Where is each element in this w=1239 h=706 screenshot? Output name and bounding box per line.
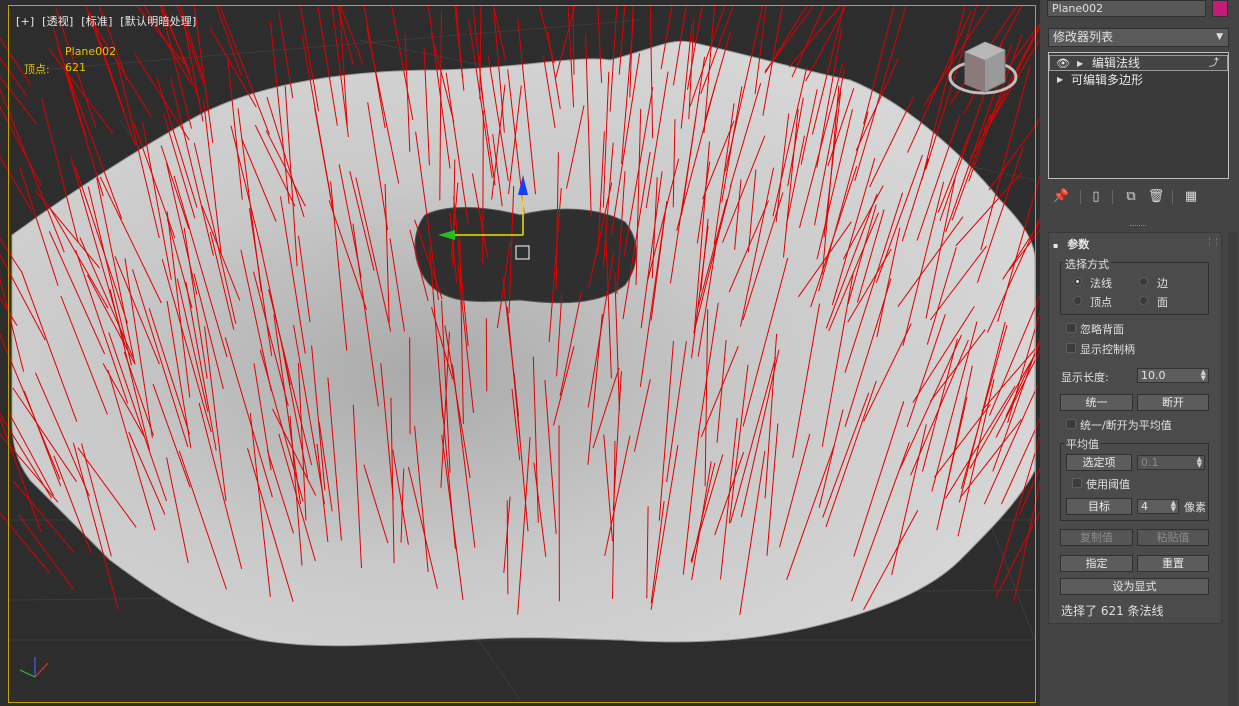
stats-vertex-count: 621: [65, 61, 86, 74]
ignore-backface-checkbox[interactable]: [1066, 323, 1076, 333]
dropdown-arrow-icon: ▼: [1216, 32, 1223, 42]
make-explicit-button[interactable]: 设为显式: [1060, 578, 1209, 595]
stack-item-label: 可编辑多边形: [1071, 73, 1144, 87]
rollout-collapse-icon[interactable]: ▪: [1053, 241, 1058, 250]
radio-normal[interactable]: [1073, 277, 1082, 286]
rollout-drag-grip[interactable]: [1209, 238, 1217, 246]
target-button[interactable]: 目标: [1066, 498, 1132, 515]
reset-button[interactable]: 重置: [1137, 555, 1209, 572]
show-handles-checkbox[interactable]: [1066, 343, 1076, 353]
make-unique-icon[interactable]: ⧉: [1122, 188, 1140, 206]
specify-button[interactable]: 指定: [1060, 555, 1133, 572]
use-threshold-label: 使用阈值: [1086, 478, 1130, 491]
rollout-title: 参数: [1067, 238, 1090, 251]
pin-stack-icon[interactable]: 📌: [1052, 188, 1070, 206]
selected-button[interactable]: 选定项: [1066, 454, 1132, 471]
radio-face-label: 面: [1157, 296, 1168, 309]
radio-normal-label: 法线: [1090, 277, 1112, 290]
stack-toolbar: 📌 ▯ ⧉ 🗑 ▦: [1052, 188, 1232, 208]
viewport-plus-menu[interactable]: [+]: [16, 15, 34, 28]
copy-value-button[interactable]: 复制值: [1060, 529, 1133, 546]
unify-break-average-label: 统一/断开为平均值: [1080, 419, 1172, 432]
use-threshold-checkbox[interactable]: [1072, 478, 1082, 488]
expand-triangle-icon[interactable]: ▶: [1057, 72, 1063, 88]
paste-value-button[interactable]: 粘贴值: [1137, 529, 1209, 546]
selection-group-label: 选择方式: [1063, 256, 1111, 272]
plane-surface[interactable]: [11, 40, 1036, 647]
remove-modifier-icon[interactable]: 🗑: [1147, 188, 1165, 206]
show-handles-label: 显示控制柄: [1080, 343, 1135, 356]
radio-vertex[interactable]: [1073, 296, 1082, 305]
panel-splitter-grip[interactable]: [1130, 225, 1146, 229]
average-group-label: 平均值: [1064, 436, 1101, 452]
display-length-spinner[interactable]: 10.0 ▲ ▼: [1137, 368, 1209, 383]
selection-status: 选择了 621 条法线: [1061, 604, 1164, 618]
toolbar-separator: [1172, 190, 1173, 204]
eye-icon[interactable]: 👁: [1056, 56, 1070, 72]
ignore-backface-label: 忽略背面: [1080, 323, 1124, 336]
stack-item-editable-poly[interactable]: ▶ 可编辑多边形: [1049, 72, 1228, 88]
modifier-stack[interactable]: 👁 ▶ 编辑法线 ⤴ ▶ 可编辑多边形: [1048, 52, 1229, 179]
show-end-result-icon[interactable]: ▯: [1087, 188, 1105, 206]
pixels-unit-label: 像素: [1184, 501, 1206, 514]
viewport-shading-menu[interactable]: [默认明暗处理]: [120, 15, 196, 28]
break-button[interactable]: 断开: [1137, 394, 1209, 411]
viewport-standard-menu[interactable]: [标准]: [81, 15, 112, 28]
spinner-arrows-icon[interactable]: ▲ ▼: [1171, 500, 1176, 513]
modifier-list-label: 修改器列表: [1053, 30, 1114, 44]
perspective-viewport[interactable]: [+] [透视] [标准] [默认明暗处理] Plane002 顶点: 621: [0, 0, 1040, 706]
stats-vertex-label: 顶点:: [24, 63, 50, 76]
pin-icon[interactable]: ⤴: [1209, 56, 1219, 72]
spinner-arrows-icon[interactable]: ▲ ▼: [1197, 456, 1202, 469]
radio-face[interactable]: [1139, 296, 1148, 305]
target-pixels-value: 4: [1141, 500, 1148, 513]
target-pixels-spinner[interactable]: 4 ▲ ▼: [1137, 499, 1179, 514]
toolbar-separator: [1112, 190, 1113, 204]
selected-threshold-spinner[interactable]: 0.1 ▲ ▼: [1137, 455, 1205, 470]
radio-vertex-label: 顶点: [1090, 296, 1112, 309]
stack-item-label: 编辑法线: [1092, 56, 1141, 70]
viewport-view-menu[interactable]: [透视]: [42, 15, 73, 28]
configure-sets-icon[interactable]: ▦: [1182, 188, 1200, 206]
display-length-label: 显示长度:: [1061, 371, 1109, 384]
panel-scrollbar[interactable]: [1228, 232, 1237, 706]
radio-edge-label: 边: [1157, 277, 1168, 290]
viewport-label-menu[interactable]: [+] [透视] [标准] [默认明暗处理]: [16, 13, 200, 29]
object-name-field[interactable]: Plane002: [1047, 0, 1206, 17]
object-color-swatch[interactable]: [1212, 0, 1228, 17]
expand-triangle-icon[interactable]: ▶: [1077, 56, 1083, 72]
unify-button[interactable]: 统一: [1060, 394, 1133, 411]
selected-threshold-value: 0.1: [1141, 456, 1159, 469]
modifier-list-dropdown[interactable]: 修改器列表 ▼: [1048, 28, 1229, 47]
stats-object-name: Plane002: [65, 45, 117, 58]
axis-tripod: [19, 657, 49, 678]
stack-item-edit-normals[interactable]: 👁 ▶ 编辑法线 ⤴: [1049, 55, 1228, 71]
spinner-arrows-icon[interactable]: ▲ ▼: [1201, 369, 1206, 382]
toolbar-separator: [1080, 190, 1081, 204]
unify-break-average-checkbox[interactable]: [1066, 419, 1076, 429]
radio-edge[interactable]: [1139, 277, 1148, 286]
display-length-value: 10.0: [1141, 369, 1166, 382]
viewport-scene[interactable]: [0, 0, 1040, 706]
viewcube[interactable]: [948, 41, 1018, 95]
rollout-header[interactable]: ▪ 参数: [1053, 236, 1089, 252]
